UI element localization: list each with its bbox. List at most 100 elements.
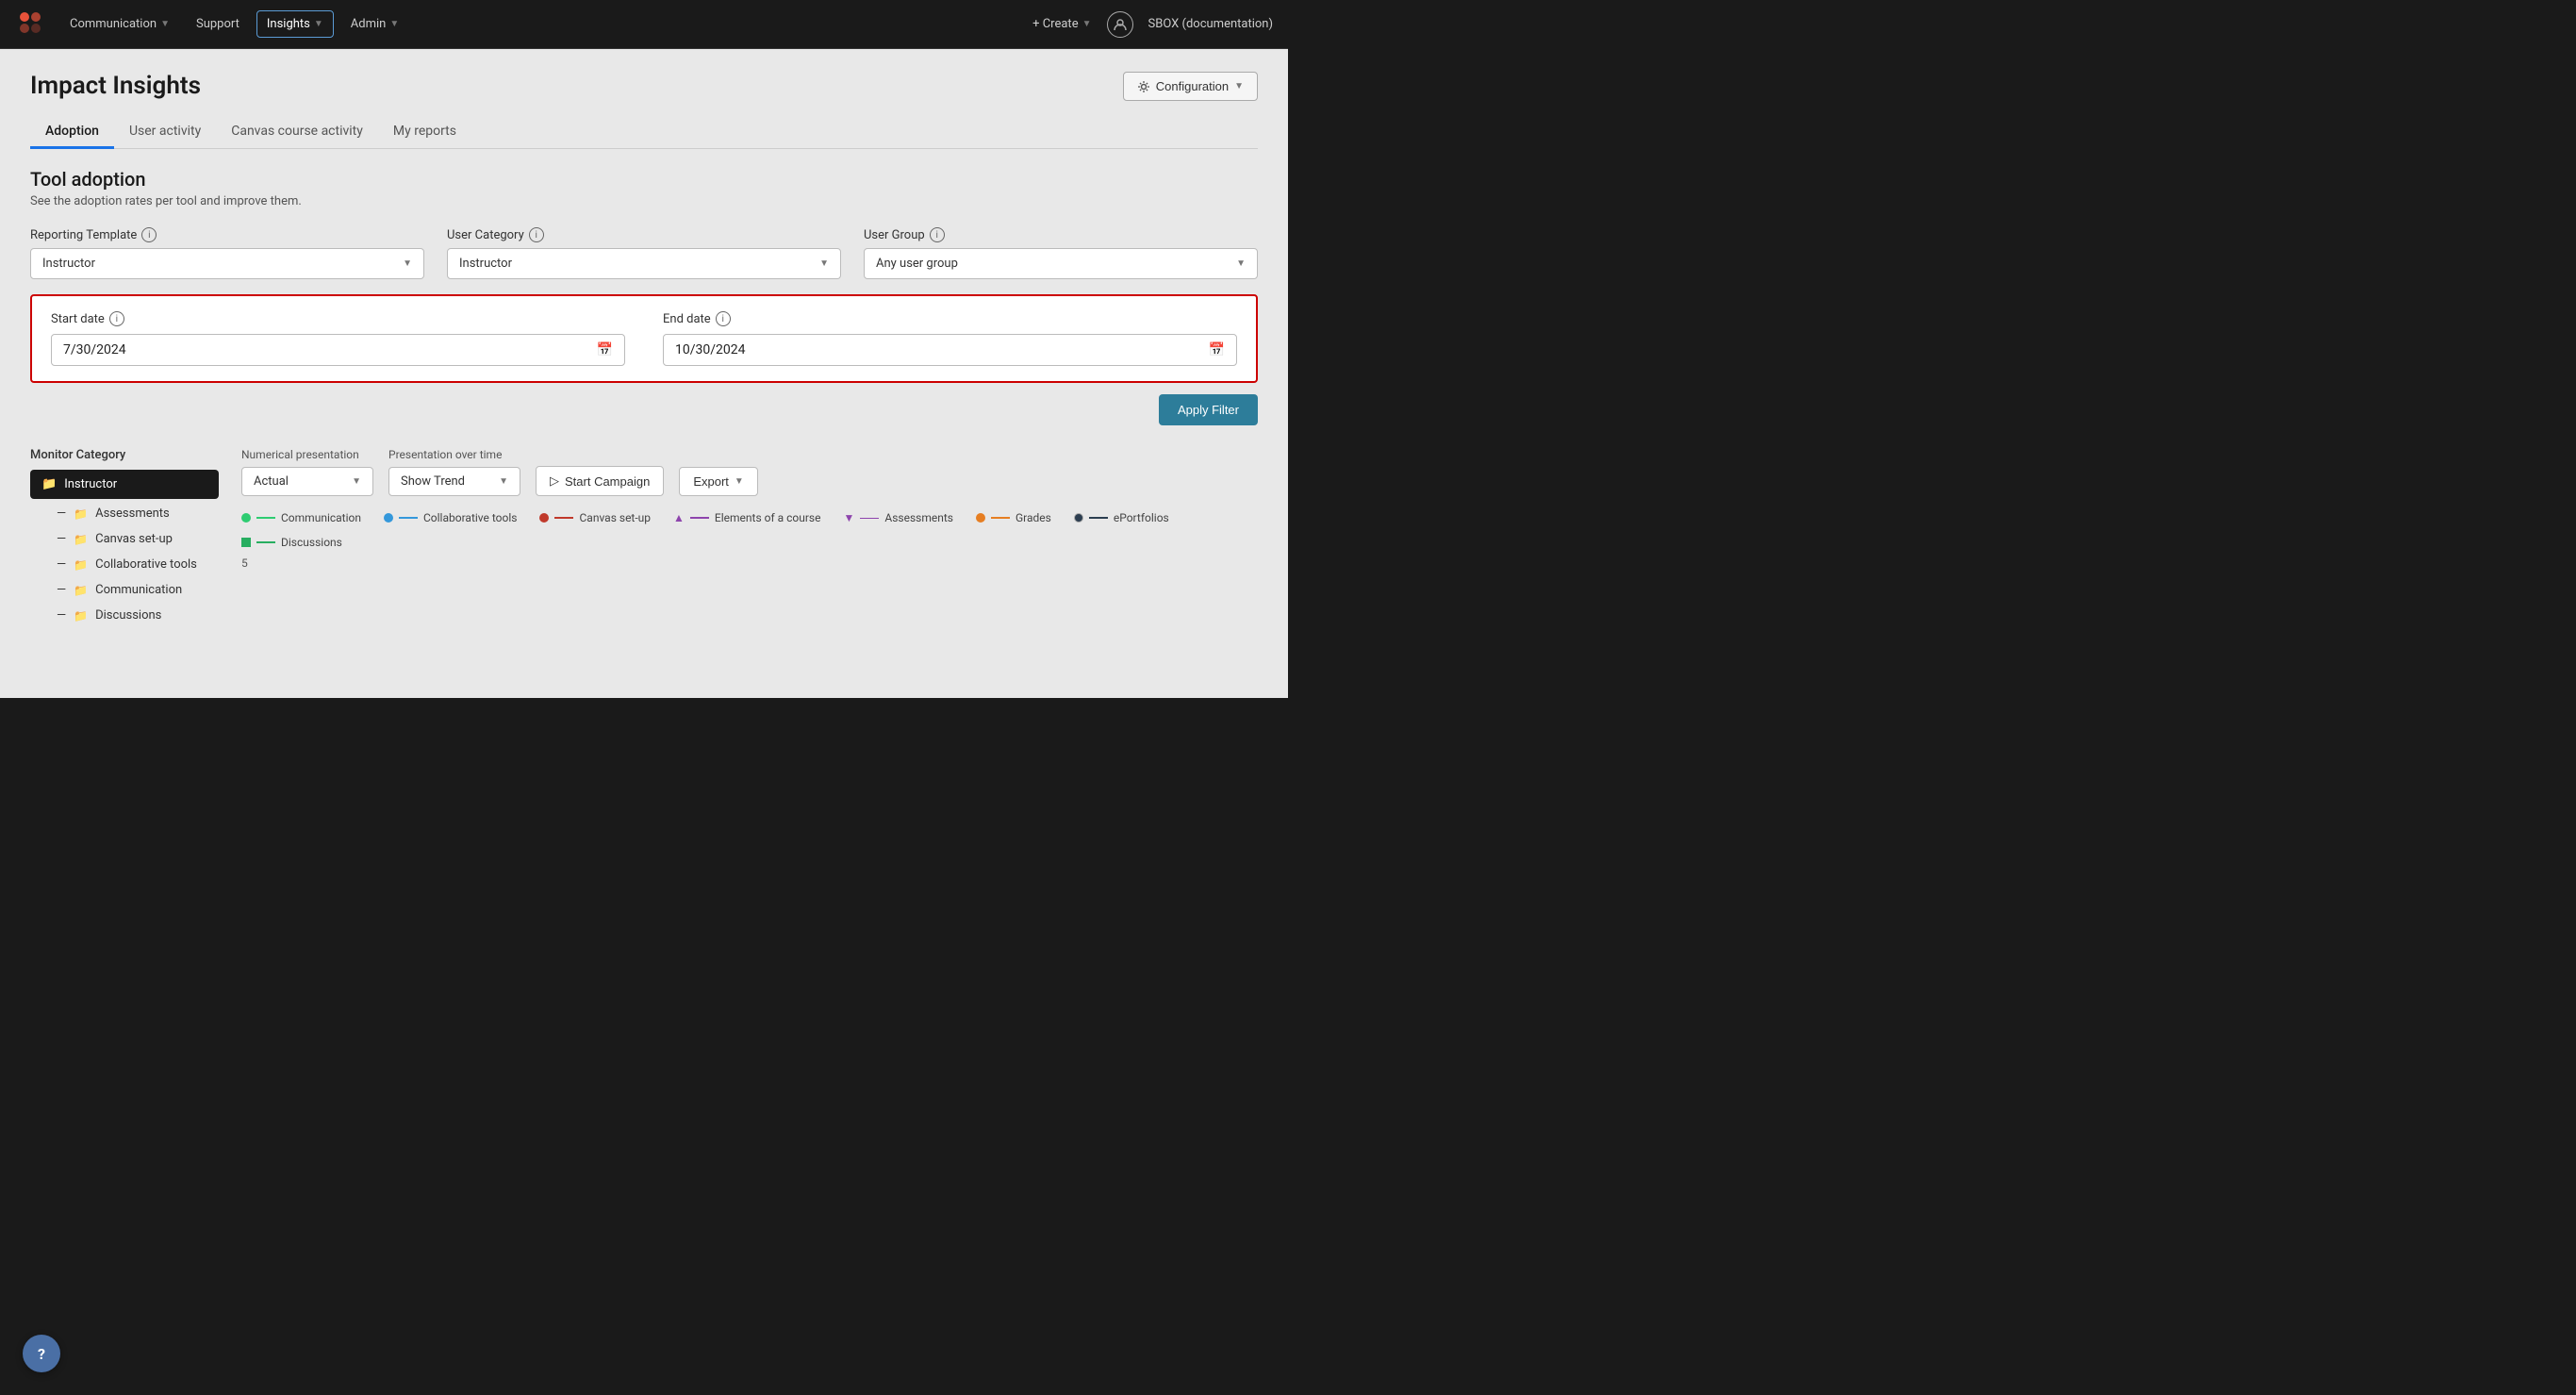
calendar-icon[interactable]: 📅 (1209, 342, 1225, 357)
folder-icon: 📁 (74, 558, 88, 572)
chevron-down-icon: ▼ (1082, 19, 1092, 29)
chart-controls: Numerical presentation Actual ▼ Presenta… (241, 448, 1258, 496)
date-range-box: Start date i 7/30/2024 📅 End date i 10/3… (30, 294, 1258, 383)
page-title: Impact Insights (30, 72, 201, 100)
user-category-select[interactable]: Instructor ▼ (447, 248, 841, 279)
legend-collaborative: Collaborative tools (384, 511, 518, 524)
numerical-group: Numerical presentation Actual ▼ (241, 448, 373, 496)
chevron-down-icon: ▼ (403, 258, 412, 269)
legend-line (991, 517, 1010, 519)
legend-line (554, 517, 573, 519)
content-wrapper: Impact Insights Configuration ▼ Adoption… (0, 49, 1288, 444)
section-subtitle: See the adoption rates per tool and impr… (30, 194, 1258, 208)
calendar-icon[interactable]: 📅 (597, 342, 613, 357)
tab-adoption[interactable]: Adoption (30, 116, 114, 149)
chevron-down-icon: ▼ (160, 19, 170, 29)
user-avatar[interactable] (1107, 11, 1133, 38)
legend-dash (860, 518, 879, 519)
legend-dot (976, 513, 985, 523)
user-category-label: User Category i (447, 227, 841, 242)
user-group-label: User Group i (864, 227, 1258, 242)
end-date-input[interactable]: 10/30/2024 📅 (663, 334, 1237, 366)
monitor-sub-communication[interactable]: — 📁 Communication (30, 577, 219, 603)
start-date-label: Start date i (51, 311, 625, 326)
configuration-button[interactable]: Configuration ▼ (1123, 72, 1258, 101)
legend-canvas-setup: Canvas set-up (539, 511, 651, 524)
info-icon[interactable]: i (529, 227, 544, 242)
info-icon[interactable]: i (109, 311, 124, 326)
info-icon[interactable]: i (930, 227, 945, 242)
legend-line (399, 517, 418, 519)
monitor-active-instructor[interactable]: 📁 Instructor (30, 470, 219, 499)
play-icon: ▷ (550, 473, 559, 489)
chart-y-value: 5 (241, 556, 1258, 570)
monitor-sub-canvas-setup[interactable]: — 📁 Canvas set-up (30, 526, 219, 552)
chevron-down-icon: ▼ (499, 476, 508, 487)
legend-line (256, 517, 275, 519)
info-icon[interactable]: i (716, 311, 731, 326)
tab-my-reports[interactable]: My reports (378, 116, 471, 149)
folder-icon: 📁 (41, 477, 57, 491)
legend-grades: Grades (976, 511, 1051, 524)
monitor-sidebar: Monitor Category 📁 Instructor — 📁 Assess… (30, 448, 219, 628)
user-group-group: User Group i Any user group ▼ (864, 227, 1258, 279)
nav-communication[interactable]: Communication ▼ (60, 11, 179, 37)
legend-dot (384, 513, 393, 523)
user-group-select[interactable]: Any user group ▼ (864, 248, 1258, 279)
legend-dot (539, 513, 549, 523)
lower-section: Monitor Category 📁 Instructor — 📁 Assess… (0, 448, 1288, 628)
chevron-down-icon: ▼ (314, 19, 323, 29)
monitor-sub-assessments[interactable]: — 📁 Assessments (30, 501, 219, 526)
tab-user-activity[interactable]: User activity (114, 116, 216, 149)
reporting-template-select[interactable]: Instructor ▼ (30, 248, 424, 279)
app-logo[interactable] (15, 8, 53, 42)
export-button[interactable]: Export ▼ (679, 467, 757, 496)
legend-line (1089, 517, 1108, 519)
numerical-select[interactable]: Actual ▼ (241, 467, 373, 496)
tab-canvas-course[interactable]: Canvas course activity (216, 116, 378, 149)
gear-icon (1137, 80, 1150, 93)
chevron-down-icon: ▼ (735, 476, 744, 487)
reporting-template-label: Reporting Template i (30, 227, 424, 242)
help-button[interactable]: ? (23, 1335, 60, 1372)
legend-line (690, 517, 709, 519)
info-icon[interactable]: i (141, 227, 157, 242)
chevron-down-icon: ▼ (352, 476, 361, 487)
monitor-sub-discussions[interactable]: — 📁 Discussions (30, 603, 219, 628)
legend-discussions: Discussions (241, 536, 342, 549)
legend-eportfolios: ePortfolios (1074, 511, 1169, 524)
start-date-group: Start date i 7/30/2024 📅 (51, 311, 625, 366)
chart-legend: Communication Collaborative tools Canvas… (241, 511, 1258, 549)
nav-admin[interactable]: Admin ▼ (341, 11, 408, 37)
folder-icon: 📁 (74, 507, 88, 521)
folder-icon: 📁 (74, 584, 88, 597)
tabs: Adoption User activity Canvas course act… (30, 116, 1258, 149)
presentation-group: Presentation over time Show Trend ▼ (388, 448, 520, 496)
monitor-category-title: Monitor Category (30, 448, 219, 462)
legend-dot (241, 513, 251, 523)
legend-square (241, 538, 251, 547)
legend-line (256, 541, 275, 543)
presentation-label: Presentation over time (388, 448, 520, 461)
nav-support[interactable]: Support (187, 11, 249, 37)
main-area: Impact Insights Configuration ▼ Adoption… (0, 49, 1288, 698)
nav-insights[interactable]: Insights ▼ (256, 10, 334, 38)
nav-right: + Create ▼ SBOX (documentation) (1032, 11, 1273, 38)
filter-row: Reporting Template i Instructor ▼ User C… (30, 227, 1258, 279)
chart-area: Numerical presentation Actual ▼ Presenta… (241, 448, 1258, 628)
presentation-select[interactable]: Show Trend ▼ (388, 467, 520, 496)
user-category-group: User Category i Instructor ▼ (447, 227, 841, 279)
apply-filter-button[interactable]: Apply Filter (1159, 394, 1258, 425)
folder-icon: 📁 (74, 533, 88, 546)
legend-elements: ▲ Elements of a course (673, 511, 820, 524)
create-button[interactable]: + Create ▼ (1032, 17, 1091, 31)
legend-dot (1074, 513, 1083, 523)
chevron-down-icon: ▼ (819, 258, 829, 269)
start-date-input[interactable]: 7/30/2024 📅 (51, 334, 625, 366)
legend-assessments: ▼ Assessments (844, 511, 954, 524)
end-date-label: End date i (663, 311, 1237, 326)
org-label: SBOX (documentation) (1148, 17, 1274, 31)
section-title: Tool adoption (30, 168, 1258, 191)
start-campaign-button[interactable]: ▷ Start Campaign (536, 466, 664, 496)
monitor-sub-collaborative[interactable]: — 📁 Collaborative tools (30, 552, 219, 577)
